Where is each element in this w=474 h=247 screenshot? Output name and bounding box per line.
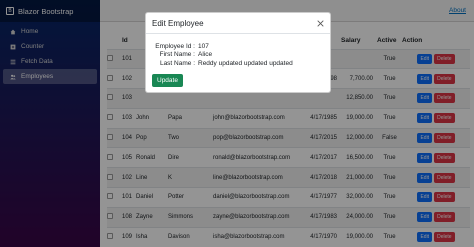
field-value: 107 bbox=[198, 42, 209, 50]
field-label: Last Name : bbox=[159, 59, 195, 67]
modal-body: Employee Id : 107 First Name : Alice Las… bbox=[146, 34, 330, 68]
modal-header: Edit Employee bbox=[146, 13, 330, 34]
field-label: First Name : bbox=[159, 51, 195, 59]
last-name-field: Last Name : Reddy updated updated update… bbox=[152, 59, 324, 68]
close-icon[interactable] bbox=[316, 19, 324, 27]
modal-title: Edit Employee bbox=[152, 18, 204, 28]
employee-id-field: Employee Id : 107 bbox=[152, 42, 324, 51]
field-label: Employee Id : bbox=[155, 42, 195, 50]
field-value: Alice bbox=[198, 51, 213, 59]
first-name-field: First Name : Alice bbox=[152, 51, 324, 60]
field-value: Reddy updated updated updated bbox=[198, 59, 293, 67]
update-button[interactable]: Update bbox=[152, 74, 183, 87]
edit-employee-modal: Edit Employee Employee Id : 107 First Na… bbox=[145, 12, 331, 93]
